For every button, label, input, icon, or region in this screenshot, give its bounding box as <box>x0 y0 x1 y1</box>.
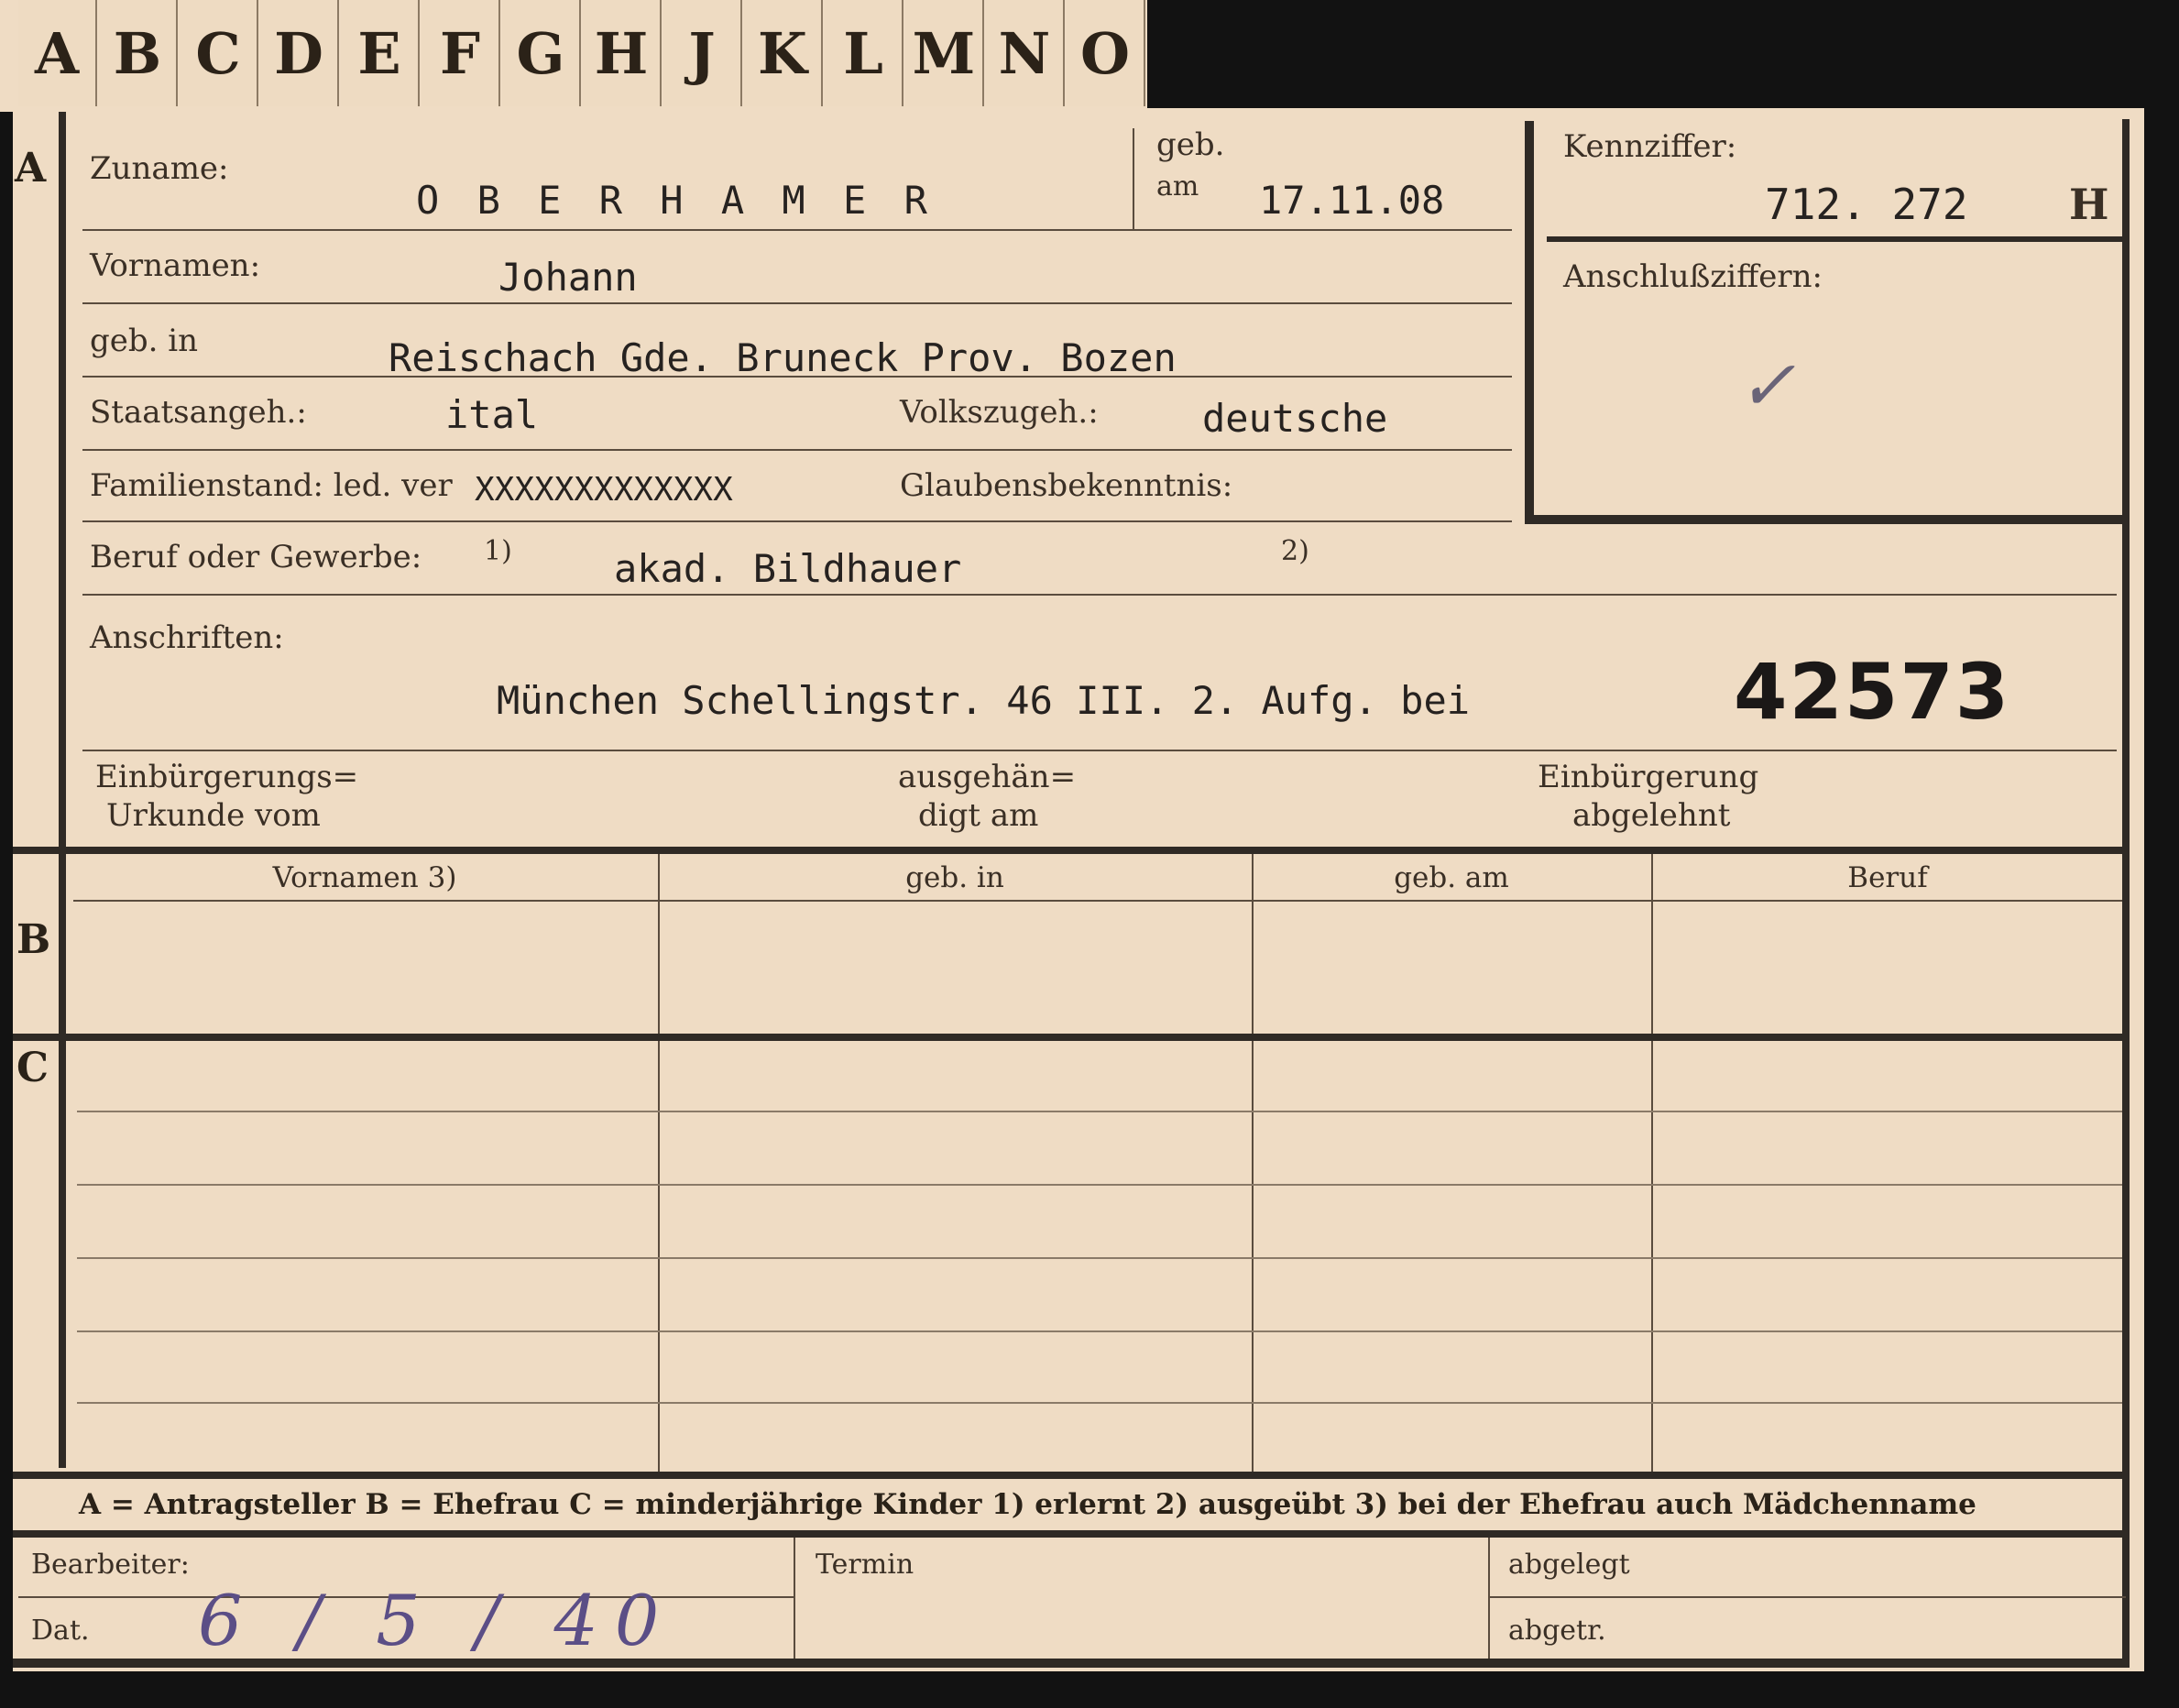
table-b-header-rule <box>73 900 2122 902</box>
kennziffer-box-bottom <box>1525 515 2130 524</box>
vornamen-label: Vornamen: <box>90 247 261 284</box>
zuname-value: O B E R H A M E R <box>416 178 935 223</box>
row-rule <box>82 520 1512 522</box>
kennziffer-label: Kennziffer: <box>1563 128 1737 165</box>
tab-g[interactable]: G <box>502 0 581 106</box>
divider-b-c <box>13 1034 2128 1041</box>
tab-c[interactable]: C <box>180 0 258 106</box>
footer-rule <box>1490 1596 2126 1598</box>
glaubensbekenntnis-label: Glaubensbekenntnis: <box>900 467 1233 504</box>
section-b-letter: B <box>16 916 51 963</box>
einbuergerung-abgelehnt-2: abgelehnt <box>1572 797 1731 834</box>
row-rule <box>82 229 1512 231</box>
footer-divider <box>794 1538 795 1659</box>
legend-text: A = Antragsteller B = Ehefrau C = minder… <box>79 1488 1976 1521</box>
stamp-number: 42573 <box>1734 647 2011 737</box>
divider-a-b <box>13 847 2128 854</box>
dat-value: 6 / 5 / 40 <box>198 1580 676 1661</box>
tab-m[interactable]: M <box>905 0 984 106</box>
col-line <box>1651 1041 1653 1472</box>
bearbeiter-label: Bearbeiter: <box>31 1549 190 1581</box>
table-row <box>77 1184 2122 1186</box>
table-b-header-vornamen: Vornamen 3) <box>272 861 457 894</box>
footer-divider <box>1488 1538 1490 1659</box>
anschrift-value: München Schellingstr. 46 III. 2. Aufg. b… <box>497 678 1471 723</box>
tab-l[interactable]: L <box>825 0 903 106</box>
dat-label: Dat. <box>31 1615 90 1647</box>
table-b-header-geb-in: geb. in <box>905 861 1004 894</box>
tab-h[interactable]: H <box>583 0 662 106</box>
divider-legend-footer <box>13 1530 2128 1538</box>
beruf-label: Beruf oder Gewerbe: <box>90 539 422 575</box>
staatsangeh-label: Staatsangeh.: <box>90 394 307 431</box>
tab-d[interactable]: D <box>260 0 339 106</box>
tab-o[interactable]: O <box>1067 0 1145 106</box>
row-rule <box>82 750 2117 751</box>
table-b-header-geb-am: geb. am <box>1394 861 1509 894</box>
col-line <box>1252 1041 1254 1472</box>
tab-b[interactable]: B <box>99 0 178 106</box>
tab-f[interactable]: F <box>422 0 500 106</box>
anschriften-label: Anschriften: <box>90 619 284 656</box>
tab-e[interactable]: E <box>341 0 420 106</box>
volkszugeh-label: Volkszugeh.: <box>900 394 1099 431</box>
footnote-1-marker: 1) <box>484 535 512 567</box>
footnote-2-marker: 2) <box>1281 535 1309 567</box>
staatsangeh-value: ital <box>445 392 539 437</box>
einbuergerungs-label-1: Einbürgerungs= <box>95 759 359 795</box>
geb-in-label: geb. in <box>90 323 199 359</box>
kennziffer-rule <box>1547 236 2122 242</box>
ausgehaendigt-label-2: digt am <box>918 797 1039 834</box>
einbuergerungs-label-2: Urkunde vom <box>106 797 321 834</box>
abgetr-label: abgetr. <box>1508 1615 1606 1647</box>
col-line <box>658 854 660 1034</box>
geb-am-label-1: geb. <box>1156 126 1225 163</box>
row-rule <box>82 594 2117 596</box>
geb-in-value: Reischach Gde. Bruneck Prov. Bozen <box>389 335 1177 380</box>
tab-k[interactable]: K <box>744 0 823 106</box>
kennziffer-box-left <box>1525 121 1534 524</box>
volkszugeh-value: deutsche <box>1202 396 1388 441</box>
table-row <box>77 1257 2122 1259</box>
tab-n[interactable]: N <box>986 0 1065 106</box>
kennziffer-suffix: H <box>2069 180 2109 229</box>
geb-am-value: 17.11.08 <box>1259 178 1445 223</box>
geb-am-label-2: am <box>1156 170 1199 203</box>
tab-j[interactable]: J <box>663 0 742 106</box>
col-line <box>1252 854 1254 1034</box>
check-mark: ✓ <box>1737 345 1796 426</box>
row-rule <box>82 449 1512 451</box>
familienstand-label: Familienstand: led. ver <box>90 467 453 504</box>
table-b-header-beruf: Beruf <box>1847 861 1928 894</box>
ausgehaendigt-label-1: ausgehän= <box>898 759 1077 795</box>
tab-a[interactable]: A <box>18 0 97 106</box>
abgelegt-label: abgelegt <box>1508 1549 1630 1581</box>
table-row <box>77 1402 2122 1404</box>
termin-label: Termin <box>816 1549 914 1581</box>
divider-c-legend <box>13 1472 2128 1479</box>
table-row <box>77 1111 2122 1112</box>
familienstand-struck: XXXXXXXXXXXXX <box>475 471 733 509</box>
table-row <box>77 1330 2122 1332</box>
col-line <box>658 1041 660 1472</box>
section-c-letter: C <box>16 1045 49 1091</box>
beruf-value: akad. Bildhauer <box>614 546 962 591</box>
geb-am-divider <box>1133 128 1134 229</box>
einbuergerung-abgelehnt-1: Einbürgerung <box>1538 759 1759 795</box>
card-right-line <box>2122 119 2130 1668</box>
anschlussziffern-label: Anschlußziffern: <box>1563 258 1823 295</box>
kennziffer-value: 712. 272 <box>1765 180 1968 229</box>
col-line <box>1651 854 1653 1034</box>
section-a-letter: A <box>15 145 47 192</box>
row-rule <box>82 302 1512 304</box>
zuname-label: Zuname: <box>90 150 229 187</box>
vornamen-value: Johann <box>498 255 638 300</box>
left-margin-line <box>59 112 66 1468</box>
